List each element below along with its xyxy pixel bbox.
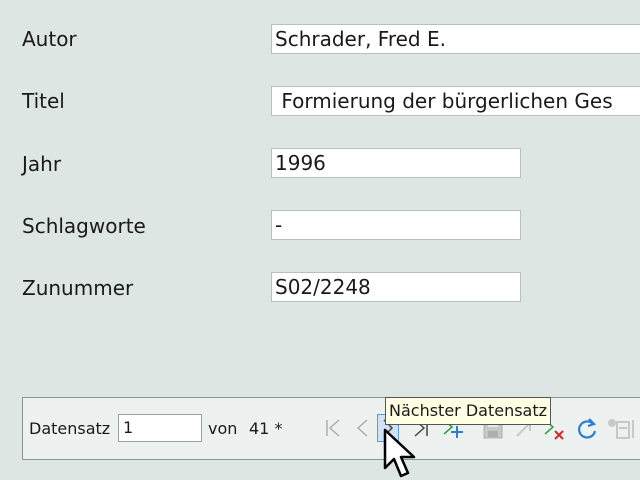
first-record-icon [326, 419, 340, 437]
record-total: 41 * [249, 419, 283, 438]
titel-label: Titel [22, 89, 65, 113]
zunummer-field[interactable]: S02/2248 [271, 272, 521, 302]
record-label: Datensatz [29, 419, 111, 438]
refresh-icon [578, 418, 597, 439]
refresh-button[interactable] [574, 414, 597, 442]
next-record-tooltip: Nächster Datensatz [385, 397, 552, 425]
record-number-input[interactable]: 1 [118, 414, 202, 442]
jahr-field[interactable]: 1996 [271, 148, 521, 178]
previous-record-icon [356, 419, 368, 437]
mouse-cursor-icon [383, 428, 416, 478]
more-tools-icon [608, 419, 634, 439]
of-label: von [208, 419, 238, 438]
first-record-button[interactable] [322, 414, 344, 442]
titel-field[interactable]: Formierung der bürgerlichen Ges [271, 86, 640, 116]
more-tools-button[interactable] [605, 414, 634, 442]
autor-field[interactable]: Schrader, Fred E. [271, 24, 640, 54]
previous-record-button[interactable] [351, 414, 373, 442]
zunummer-label: Zunummer [22, 276, 134, 300]
jahr-label: Jahr [22, 152, 62, 176]
schlagworte-field[interactable]: - [271, 210, 521, 240]
autor-label: Autor [22, 27, 77, 51]
schlagworte-label: Schlagworte [22, 214, 146, 238]
